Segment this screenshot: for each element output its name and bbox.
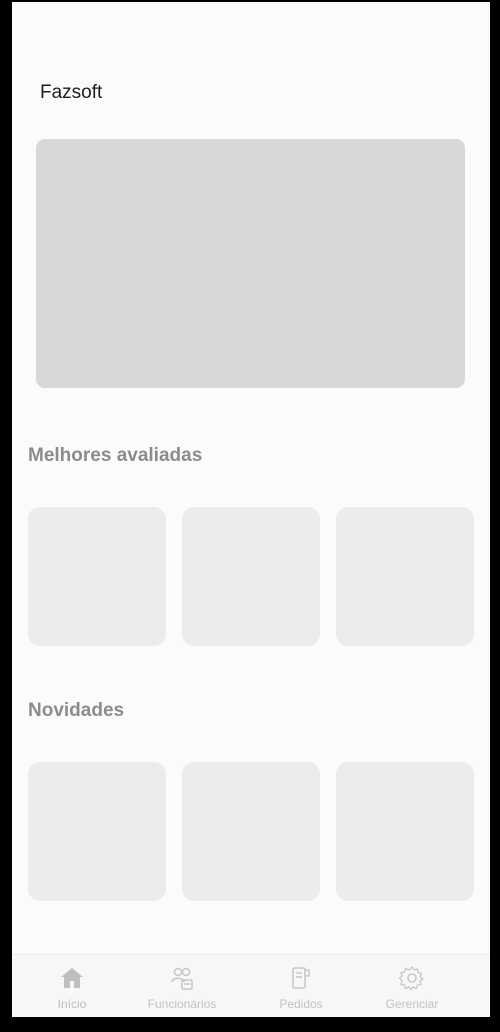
new-card[interactable] (182, 762, 320, 901)
top-rated-card[interactable] (28, 507, 166, 646)
top-rated-card[interactable] (336, 507, 474, 646)
section-title-top-rated: Melhores avaliadas (28, 445, 203, 466)
orders-icon (292, 967, 310, 989)
banner-placeholder[interactable] (36, 139, 465, 388)
tab-gerenciar[interactable]: Gerenciar (352, 955, 472, 1017)
section-title-new: Novidades (28, 700, 125, 721)
top-rated-card[interactable] (182, 507, 320, 646)
tab-label: Início (57, 997, 87, 1011)
tab-pedidos[interactable]: Pedidos (241, 955, 361, 1017)
tab-label: Gerenciar (385, 997, 439, 1011)
home-icon (61, 968, 83, 988)
app-screen: Fazsoft Melhores avaliadas Novidades Iní… (12, 2, 490, 1017)
new-card[interactable] (28, 762, 166, 901)
tab-label: Pedidos (279, 997, 323, 1011)
tab-label: Funcionários (147, 997, 217, 1011)
gear-icon (399, 966, 424, 991)
app-title: Fazsoft (40, 82, 103, 103)
employees-icon (171, 967, 193, 990)
tab-inicio[interactable]: Início (12, 955, 132, 1017)
new-card[interactable] (336, 762, 474, 901)
bottom-tab-bar: Início Funcionários Pedidos Gerenciar (12, 954, 490, 1017)
tab-funcionarios[interactable]: Funcionários (122, 955, 242, 1017)
